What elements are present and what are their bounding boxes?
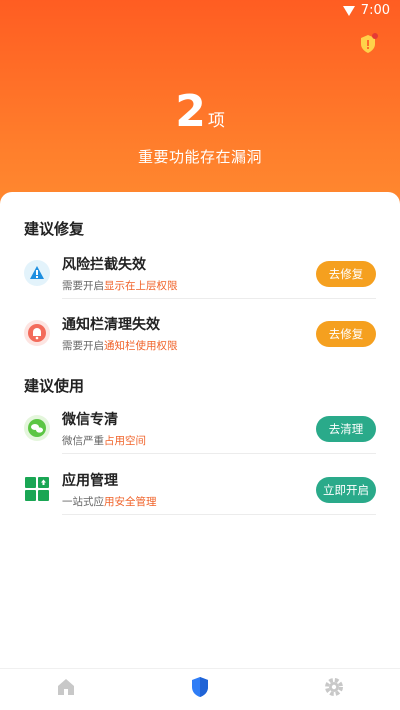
item-desc: 微信严重占用空间 (62, 435, 146, 447)
gear-icon[interactable] (322, 675, 346, 699)
list-item-wechat-clean[interactable]: 微信专清 微信严重占用空间 去清理 (24, 407, 376, 465)
hero-subtitle: 重要功能存在漏洞 (137, 148, 262, 166)
suggestions-card: 建议修复 风险拦截失效 需要开启显示在上层权限 去修复 通知栏清理失效 需要开启… (0, 192, 400, 672)
item-title: 风险拦截失效 (62, 257, 146, 273)
section-title-fix: 建议修复 (24, 220, 85, 238)
count-number: 2 (175, 86, 206, 137)
list-item-app-manage[interactable]: 应用管理 一站式应用安全管理 立即开启 (24, 468, 376, 526)
item-desc-highlight[interactable]: 通知栏使用权限 (104, 340, 178, 352)
home-icon[interactable] (54, 675, 78, 699)
clean-button[interactable]: 去清理 (316, 416, 376, 442)
list-item-notification-clean[interactable]: 通知栏清理失效 需要开启通知栏使用权限 去修复 (24, 312, 376, 370)
notification-bell-icon (24, 320, 50, 346)
status-time: 7:00 (360, 3, 390, 18)
item-desc: 需要开启显示在上层权限 (62, 280, 178, 292)
item-desc-highlight[interactable]: 用安全管理 (104, 496, 157, 508)
divider (62, 514, 376, 515)
item-desc: 需要开启通知栏使用权限 (62, 340, 178, 352)
item-title: 通知栏清理失效 (62, 317, 160, 333)
shield-icon[interactable] (188, 675, 212, 699)
count-unit: 项 (207, 111, 225, 131)
risk-intercept-icon (24, 260, 50, 286)
bottom-tabbar (0, 668, 400, 710)
shield-alert-icon[interactable] (358, 33, 378, 55)
fix-button[interactable]: 去修复 (316, 321, 376, 347)
vulnerability-count: 2项 (0, 86, 400, 137)
divider (62, 298, 376, 299)
app-manage-icon (24, 476, 50, 502)
list-item-risk-intercept[interactable]: 风险拦截失效 需要开启显示在上层权限 去修复 (24, 252, 376, 310)
item-desc-highlight[interactable]: 显示在上层权限 (104, 280, 178, 292)
item-title: 应用管理 (62, 473, 118, 489)
divider (62, 453, 376, 454)
wifi-icon (342, 5, 355, 16)
item-title: 微信专清 (62, 412, 118, 428)
section-title-use: 建议使用 (24, 377, 85, 395)
wechat-icon (24, 415, 50, 441)
status-bar: 7:00 (0, 0, 400, 22)
item-desc-highlight[interactable]: 占用空间 (104, 435, 146, 447)
enable-button[interactable]: 立即开启 (316, 477, 376, 503)
item-desc: 一站式应用安全管理 (62, 496, 157, 508)
fix-button[interactable]: 去修复 (316, 261, 376, 287)
